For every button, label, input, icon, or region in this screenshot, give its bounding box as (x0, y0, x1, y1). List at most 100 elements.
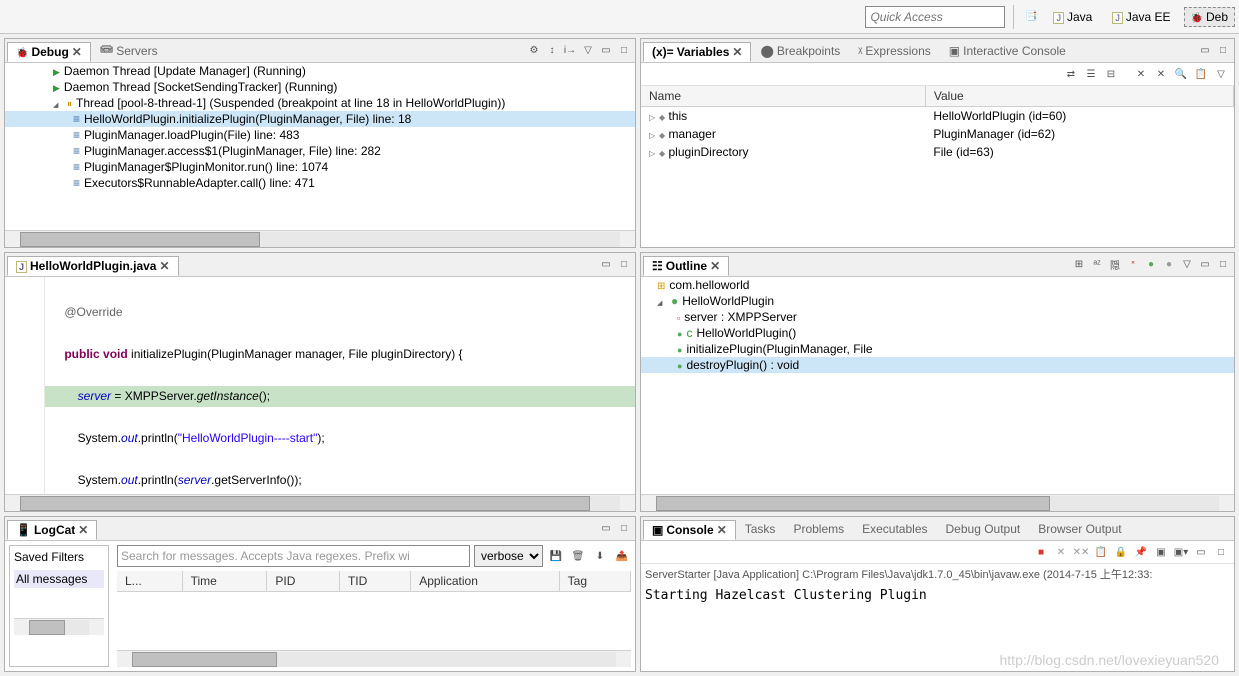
maximize-icon[interactable]: □ (1212, 543, 1230, 561)
log-column[interactable]: Time (182, 571, 267, 592)
collapse-icon[interactable]: ⊟ (1102, 65, 1120, 83)
tab-file[interactable]: HelloWorldPlugin.java✕ (7, 256, 179, 276)
remove-all-icon[interactable]: ✕✕ (1072, 543, 1090, 561)
log-level-select[interactable]: verbose (474, 545, 543, 567)
type-icon[interactable]: ⇄ (1062, 65, 1080, 83)
outline-item[interactable]: cHelloWorldPlugin() (641, 325, 1234, 341)
log-table[interactable]: L...TimePIDTIDApplicationTag (117, 571, 631, 592)
maximize-icon[interactable]: □ (1214, 256, 1232, 274)
close-icon[interactable]: ✕ (732, 45, 742, 59)
open-perspective-icon[interactable]: 📑 (1022, 8, 1040, 26)
tab-servers[interactable]: 📾Servers (91, 38, 167, 64)
debug-item[interactable]: Executors$RunnableAdapter.call() line: 4… (5, 175, 635, 191)
variables-table[interactable]: Name Value thisHelloWorldPlugin (id=60) … (641, 86, 1234, 161)
perspective-java-ee[interactable]: Java EE (1105, 7, 1177, 27)
debug-item[interactable]: PluginManager.loadPlugin(File) line: 483 (5, 127, 635, 143)
scrollbar[interactable] (117, 650, 631, 667)
debug-item[interactable]: PluginManager$PluginMonitor.run() line: … (5, 159, 635, 175)
maximize-icon[interactable]: □ (615, 42, 633, 60)
tab-browser-output[interactable]: Browser Output (1029, 519, 1130, 539)
minimize-icon[interactable]: ▭ (1196, 256, 1214, 274)
tab-outline[interactable]: ☷Outline✕ (643, 256, 729, 276)
gutter[interactable] (5, 277, 45, 494)
quick-access-input[interactable] (865, 6, 1005, 28)
scrollbar[interactable] (5, 230, 635, 247)
debug-tree[interactable]: Daemon Thread [Update Manager] (Running)… (5, 63, 635, 230)
tab-logcat[interactable]: 📱LogCat✕ (7, 520, 97, 540)
close-icon[interactable]: ✕ (72, 45, 82, 59)
debug-item[interactable]: Thread [pool-8-thread-1] (Suspended (bre… (5, 95, 635, 111)
scrollbar[interactable] (5, 494, 635, 511)
outline-item[interactable]: HelloWorldPlugin (641, 293, 1234, 309)
close-icon[interactable]: ✕ (78, 523, 88, 537)
maximize-icon[interactable]: □ (1214, 42, 1232, 60)
clear-icon[interactable]: 📋 (1092, 543, 1110, 561)
perspective-java[interactable]: Java (1046, 7, 1099, 27)
tab-interactive[interactable]: ▣Interactive Console (940, 41, 1075, 61)
tab-problems[interactable]: Problems (784, 519, 853, 539)
tab-tasks[interactable]: Tasks (736, 519, 785, 539)
view-menu-icon[interactable]: ▽ (1178, 256, 1196, 274)
minimize-icon[interactable]: ▭ (597, 42, 615, 60)
debug-item[interactable]: PluginManager.access$1(PluginManager, Fi… (5, 143, 635, 159)
toolbar-icon[interactable]: ↕ (543, 42, 561, 60)
remove-icon[interactable]: ✕ (1052, 543, 1070, 561)
variable-row[interactable]: thisHelloWorldPlugin (id=60) (641, 107, 1234, 126)
log-search-input[interactable] (117, 545, 470, 567)
sort-icon[interactable]: ⊞ (1070, 256, 1088, 274)
tab-variables[interactable]: (x)=Variables✕ (643, 42, 751, 62)
scrollbar[interactable] (641, 494, 1234, 511)
az-icon[interactable]: ᵃᶻ (1088, 256, 1106, 274)
log-column[interactable]: Application (411, 571, 559, 592)
log-column[interactable]: TID (339, 571, 410, 592)
tab-console[interactable]: ▣Console✕ (643, 520, 736, 540)
pin-icon[interactable]: 📌 (1132, 543, 1150, 561)
export-icon[interactable]: 📤 (613, 547, 631, 565)
icon[interactable]: ✕ (1132, 65, 1150, 83)
icon[interactable]: 隠 (1106, 256, 1124, 274)
scrollbar[interactable] (14, 618, 104, 635)
toolbar-icon[interactable]: ⚙ (525, 42, 543, 60)
icon[interactable]: ✕ (1152, 65, 1170, 83)
variable-row[interactable]: managerPluginManager (id=62) (641, 125, 1234, 143)
icon[interactable]: ༝ (1124, 256, 1142, 274)
outline-item[interactable]: com.helloworld (641, 277, 1234, 293)
maximize-icon[interactable]: □ (615, 520, 633, 538)
clear-icon[interactable]: 🗑 (569, 547, 587, 565)
tab-expressions[interactable]: ᵡExpressions (849, 41, 940, 61)
outline-item[interactable]: destroyPlugin() : void (641, 357, 1234, 373)
close-icon[interactable]: ✕ (717, 523, 727, 537)
icon[interactable]: ● (1160, 256, 1178, 274)
tab-executables[interactable]: Executables (853, 519, 936, 539)
scroll-icon[interactable]: ⬇ (591, 547, 609, 565)
scroll-lock-icon[interactable]: 🔒 (1112, 543, 1130, 561)
minimize-icon[interactable]: ▭ (597, 256, 615, 274)
tab-breakpoints[interactable]: ⬤Breakpoints (751, 41, 849, 61)
outline-item[interactable]: initializePlugin(PluginManager, File (641, 341, 1234, 357)
minimize-icon[interactable]: ▭ (1196, 42, 1214, 60)
code-editor[interactable]: @Override public void initializePlugin(P… (45, 277, 635, 494)
variable-row[interactable]: pluginDirectoryFile (id=63) (641, 143, 1234, 161)
debug-item[interactable]: HelloWorldPlugin.initializePlugin(Plugin… (5, 111, 635, 127)
icon[interactable]: ● (1142, 256, 1160, 274)
log-column[interactable]: PID (267, 571, 340, 592)
tab-debug-output[interactable]: Debug Output (937, 519, 1030, 539)
terminate-icon[interactable] (1032, 543, 1050, 561)
step-into-icon[interactable]: i→ (561, 42, 579, 60)
minimize-icon[interactable]: ▭ (1192, 543, 1210, 561)
filter-all[interactable]: All messages (14, 570, 104, 588)
close-icon[interactable]: ✕ (159, 259, 169, 273)
log-column[interactable]: Tag (559, 571, 630, 592)
view-menu-icon[interactable]: ▽ (1212, 65, 1230, 83)
outline-tree[interactable]: com.helloworldHelloWorldPluginserver : X… (641, 277, 1234, 494)
maximize-icon[interactable]: □ (615, 256, 633, 274)
save-icon[interactable]: 💾 (547, 547, 565, 565)
open-console-icon[interactable]: ▣▾ (1172, 543, 1190, 561)
view-menu-icon[interactable]: ▽ (579, 42, 597, 60)
icon[interactable]: 🔍 (1172, 65, 1190, 83)
outline-item[interactable]: server : XMPPServer (641, 309, 1234, 325)
icon[interactable]: 📋 (1192, 65, 1210, 83)
debug-item[interactable]: Daemon Thread [SocketSendingTracker] (Ru… (5, 79, 635, 95)
display-icon[interactable]: ▣ (1152, 543, 1170, 561)
minimize-icon[interactable]: ▭ (597, 520, 615, 538)
